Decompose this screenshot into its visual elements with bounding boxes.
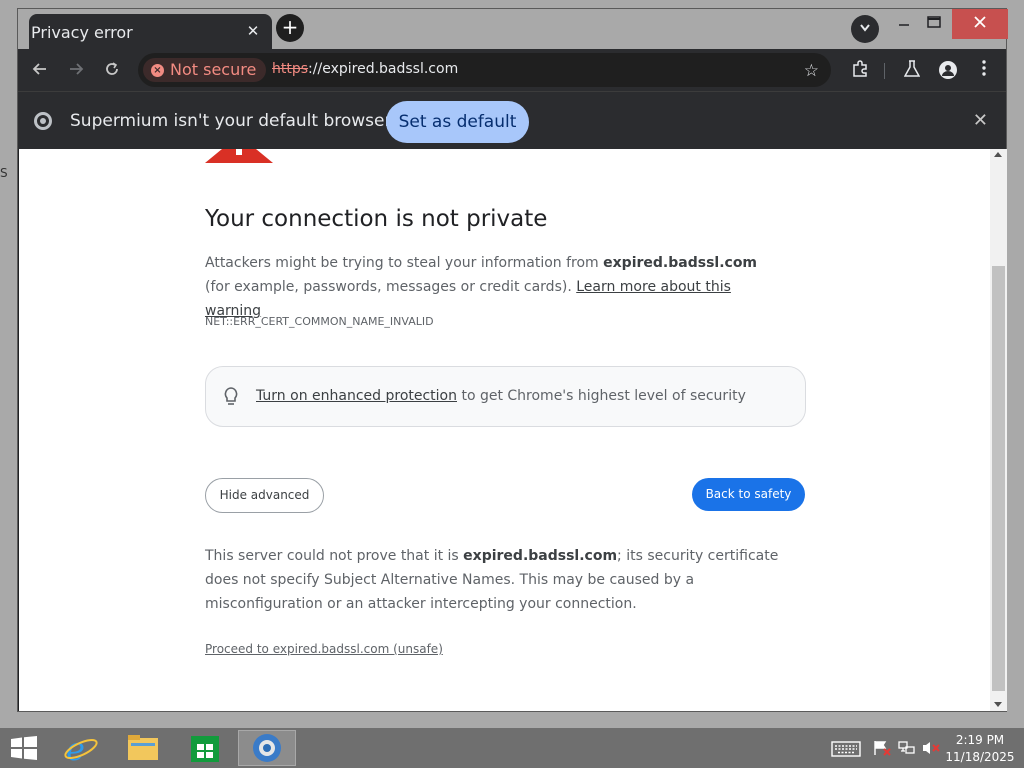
supermium-globe-icon: [253, 734, 281, 762]
labs-flask-icon[interactable]: [902, 60, 922, 80]
details-text: This server could not prove that it is: [205, 548, 464, 564]
tab-title: Privacy error: [31, 23, 133, 42]
page-title: Your connection is not private: [205, 206, 548, 232]
explanation-text-suffix: (for example, passwords, messages or cre…: [205, 279, 577, 295]
taskbar-internet-explorer[interactable]: e: [52, 730, 110, 768]
action-center-flag-icon[interactable]: [873, 740, 891, 756]
not-secure-label: Not secure: [170, 60, 257, 79]
browser-logo-icon: [34, 112, 52, 130]
tab-search-button[interactable]: [851, 15, 879, 43]
explanation-paragraph: Attackers might be trying to steal your …: [205, 251, 785, 323]
proceed-unsafe-link[interactable]: Proceed to expired.badssl.com (unsafe): [205, 642, 443, 656]
browser-window: Privacy error ✕ + × Not secure https://e…: [17, 8, 1008, 712]
hide-advanced-button[interactable]: Hide advanced: [205, 478, 324, 513]
clock-time[interactable]: 2:19 PM: [950, 733, 1010, 747]
chevron-down-icon: [860, 24, 870, 32]
toolbar-separator: [884, 63, 885, 79]
internet-explorer-icon: e: [64, 730, 98, 768]
keyboard-icon[interactable]: [831, 741, 861, 757]
network-icon[interactable]: [898, 740, 916, 756]
volume-muted-icon[interactable]: [922, 740, 940, 756]
enhanced-protection-suffix: to get Chrome's highest level of securit…: [457, 388, 746, 404]
reload-icon: [106, 62, 118, 75]
page-scrollbar[interactable]: [990, 149, 1007, 711]
window-close-button[interactable]: [952, 9, 1008, 39]
address-bar[interactable]: × Not secure https://expired.badssl.com …: [138, 53, 831, 87]
details-domain: expired.badssl.com: [463, 548, 618, 564]
not-secure-chip[interactable]: × Not secure: [143, 58, 267, 82]
default-browser-infobar: Supermium isn't your default browser Set…: [18, 91, 1006, 149]
url-text[interactable]: https://expired.badssl.com: [272, 61, 458, 77]
tab-close-icon[interactable]: ✕: [244, 22, 262, 40]
close-icon: [974, 16, 986, 28]
svg-text:e: e: [66, 730, 85, 766]
minimize-icon: [899, 24, 909, 26]
explanation-text: Attackers might be trying to steal your …: [205, 255, 604, 271]
scroll-down-arrow-icon[interactable]: [994, 702, 1002, 707]
arrow-right-icon: [70, 63, 84, 75]
enhanced-protection-link[interactable]: Turn on enhanced protection: [256, 388, 457, 404]
warning-exclamation: [236, 149, 242, 155]
lightbulb-icon: [224, 387, 238, 405]
warning-icon: ×: [151, 63, 164, 77]
folder-icon: [128, 735, 158, 760]
profile-avatar-icon[interactable]: [938, 60, 958, 80]
desktop: S Privacy error ✕ + × Not secure https:/…: [0, 0, 1024, 728]
maximize-button[interactable]: [914, 9, 954, 39]
details-paragraph: This server could not prove that it is e…: [205, 544, 805, 616]
url-scheme: https: [272, 61, 309, 77]
enhanced-protection-text: Turn on enhanced protection to get Chrom…: [256, 388, 746, 404]
store-bag-icon: [191, 736, 219, 762]
back-button[interactable]: [28, 58, 52, 82]
scroll-up-arrow-icon[interactable]: [994, 152, 1002, 157]
windows-start-icon[interactable]: [10, 736, 38, 760]
set-as-default-button[interactable]: Set as default: [386, 101, 529, 143]
url-host: ://expired.badssl.com: [308, 61, 459, 77]
new-tab-button[interactable]: +: [276, 14, 304, 42]
extensions-icon[interactable]: [850, 60, 870, 80]
taskbar-file-explorer[interactable]: [114, 730, 172, 766]
forward-button[interactable]: [64, 58, 88, 82]
menu-kebab-icon[interactable]: [974, 60, 994, 80]
explanation-domain: expired.badssl.com: [603, 255, 758, 271]
clock-date[interactable]: 11/18/2025: [944, 750, 1016, 764]
taskbar-store[interactable]: [176, 730, 234, 766]
back-to-safety-button[interactable]: Back to safety: [692, 478, 805, 511]
page-content: Your connection is not private Attackers…: [19, 149, 990, 711]
tab-strip: Privacy error ✕ +: [18, 9, 1008, 49]
reload-button[interactable]: [100, 58, 124, 82]
tab-privacy-error[interactable]: Privacy error ✕: [29, 14, 272, 49]
infobar-message: Supermium isn't your default browser: [70, 111, 392, 131]
toolbar: × Not secure https://expired.badssl.com …: [18, 49, 1006, 91]
desktop-edge-text: S: [0, 166, 8, 180]
taskbar: e 2:19 PM 11/18/2025: [0, 728, 1024, 768]
arrow-left-icon: [32, 63, 46, 75]
maximize-icon: [927, 16, 941, 28]
bookmark-star-icon[interactable]: ☆: [804, 61, 819, 81]
taskbar-supermium[interactable]: [238, 730, 296, 766]
infobar-close-icon[interactable]: ✕: [973, 110, 988, 131]
enhanced-protection-box: Turn on enhanced protection to get Chrom…: [205, 366, 806, 427]
error-code: NET::ERR_CERT_COMMON_NAME_INVALID: [205, 315, 434, 328]
scrollbar-thumb[interactable]: [992, 266, 1005, 691]
